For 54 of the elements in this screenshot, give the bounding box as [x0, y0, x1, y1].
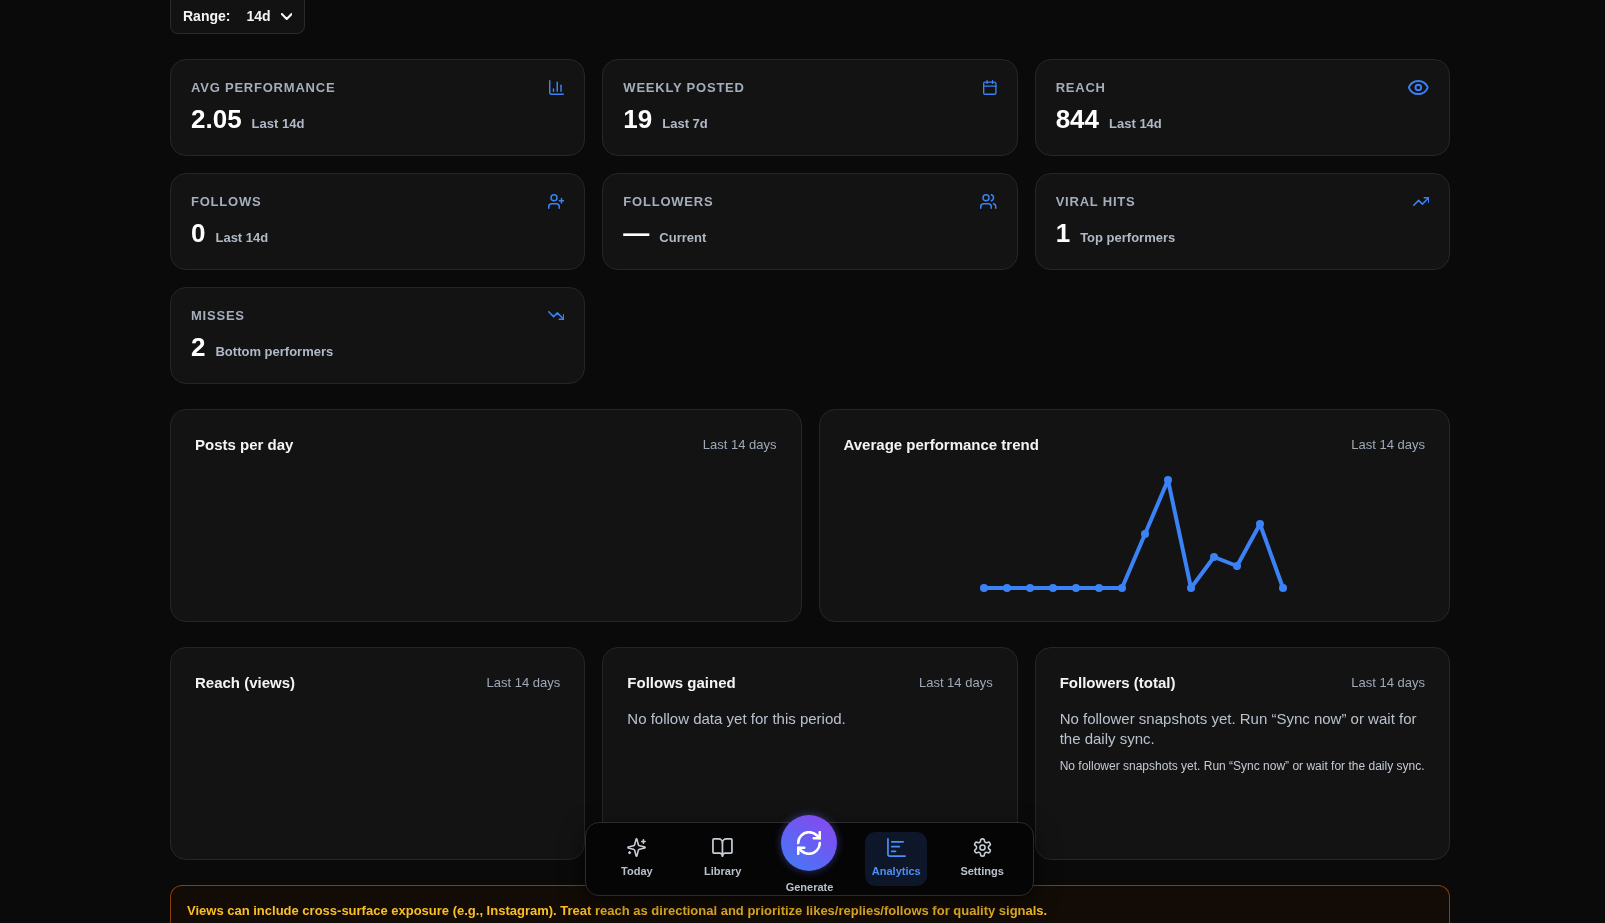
horizontal-bar-chart-icon: [886, 838, 906, 858]
chart-title: Average performance trend: [843, 435, 1039, 455]
nav-tab[interactable]: Settings: [951, 832, 1013, 886]
stat-label: WEEKLY POSTED: [623, 80, 745, 96]
stat-value: 844: [1055, 104, 1100, 134]
refresh-icon: [781, 815, 838, 871]
stat-caption: Bottom performers: [215, 343, 334, 361]
stat-label: FOLLOWERS: [623, 194, 714, 210]
generate-button[interactable]: Generate: [777, 815, 842, 896]
stat-value: —: [623, 218, 650, 248]
chart-period: Last 14 days: [1351, 436, 1425, 455]
stat-label: AVG PERFORMANCE: [191, 80, 336, 96]
user-plus-icon: [547, 194, 565, 209]
nav-tab[interactable]: Analytics: [865, 832, 928, 886]
chart-title: Followers (total): [1059, 673, 1176, 693]
stat-caption: Current: [659, 229, 707, 247]
stat-caption: Last 14d: [251, 115, 305, 133]
empty-message: No follow data yet for this period.: [627, 709, 847, 729]
stat-value: 0: [191, 218, 206, 248]
chart-title: Reach (views): [195, 673, 296, 693]
chart-period: Last 14 days: [1351, 674, 1425, 693]
stat-label: VIRAL HITS: [1055, 194, 1136, 210]
nav-tab[interactable]: Today: [606, 832, 668, 886]
trending-up-icon: [1412, 197, 1429, 206]
sparkles-icon: [627, 838, 647, 858]
stat-value: 2.05: [191, 104, 242, 134]
chart-title: Posts per day: [195, 435, 294, 455]
bar-chart-icon: [549, 80, 565, 95]
notice-text: Views can include cross-surface exposure (e.g., Instagram). Treat reach as directional and prioritize likes/replies/follows for quality signals.: [187, 903, 1048, 918]
stat-caption: Last 7d: [662, 115, 708, 133]
stat-value: 2: [191, 332, 206, 362]
stat-label: REACH: [1055, 80, 1106, 96]
book-icon: [712, 838, 734, 858]
trending-down-icon: [547, 311, 565, 320]
eye-icon: [1408, 80, 1429, 95]
calendar-icon: [983, 80, 997, 95]
chart-period: Last 14 days: [486, 674, 561, 693]
settings-icon: [972, 838, 992, 858]
users-icon: [980, 194, 997, 209]
stat-value: 19: [623, 104, 653, 134]
nav-tab[interactable]: Library: [691, 832, 754, 886]
empty-message: No follower snapshots yet. Run “Sync now” or wait for the daily sync.: [1059, 709, 1418, 749]
chart-title: Follows gained: [627, 673, 736, 693]
range-dropdown[interactable]: Range: 14d: [170, 0, 305, 34]
chevron-down-icon: [280, 13, 292, 20]
stat-value: 1: [1055, 218, 1071, 248]
stat-label: MISSES: [191, 308, 245, 324]
chart-period: Last 14 days: [918, 674, 993, 693]
stat-caption: Top performers: [1080, 229, 1176, 247]
empty-note: No follower snapshots yet. Run “Sync now” or wait for the daily sync.: [1059, 758, 1425, 774]
stat-caption: Last 14d: [215, 229, 269, 247]
stat-label: FOLLOWS: [191, 194, 262, 210]
chart-period: Last 14 days: [702, 436, 777, 455]
stat-caption: Last 14d: [1109, 115, 1162, 133]
